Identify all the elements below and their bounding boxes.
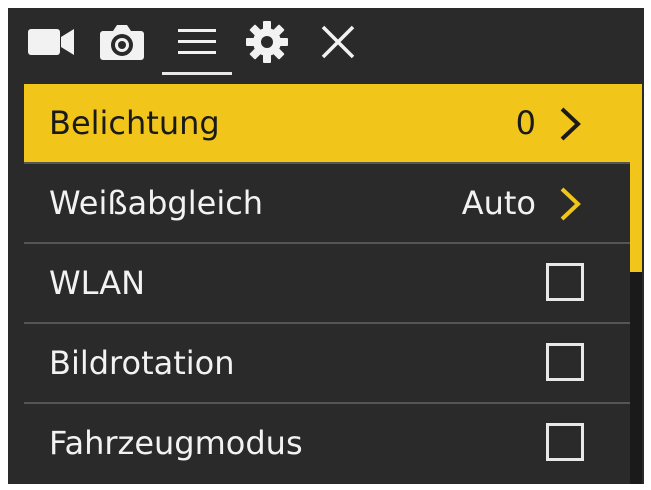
menu-item-weissabgleich[interactable]: Weißabgleich Auto [24, 164, 630, 242]
active-tab-indicator [162, 72, 232, 75]
menu-item-belichtung[interactable]: Belichtung 0 [24, 84, 630, 162]
menu-item-label: Fahrzeugmodus [49, 424, 303, 462]
fahrzeugmodus-checkbox[interactable] [546, 423, 584, 461]
close-icon[interactable] [312, 8, 364, 76]
scrollbar-thumb[interactable] [630, 84, 642, 272]
menu-item-value: Auto [461, 184, 536, 222]
menu-item-wlan[interactable]: WLAN [24, 244, 630, 322]
settings-menu-list: Belichtung 0 Weißabgleich Auto WLAN Bild… [24, 84, 638, 484]
tab-bar [8, 8, 644, 84]
menu-icon[interactable] [168, 8, 226, 76]
menu-item-fahrzeugmodus[interactable]: Fahrzeugmodus [24, 404, 630, 482]
menu-item-label: Bildrotation [49, 344, 235, 382]
menu-item-label: Belichtung [49, 104, 220, 142]
gear-icon[interactable] [240, 8, 294, 76]
wlan-checkbox[interactable] [546, 263, 584, 301]
video-camera-icon[interactable] [24, 8, 78, 76]
chevron-right-icon [560, 107, 581, 141]
menu-item-label: Weißabgleich [49, 184, 264, 222]
camera-menu-screen: Belichtung 0 Weißabgleich Auto WLAN Bild… [8, 8, 644, 484]
photo-camera-icon[interactable] [94, 8, 150, 76]
menu-item-value: 0 [515, 104, 536, 142]
chevron-right-icon [560, 187, 581, 221]
bildrotation-checkbox[interactable] [546, 343, 584, 381]
menu-item-bildrotation[interactable]: Bildrotation [24, 324, 630, 402]
menu-item-label: WLAN [49, 264, 146, 302]
